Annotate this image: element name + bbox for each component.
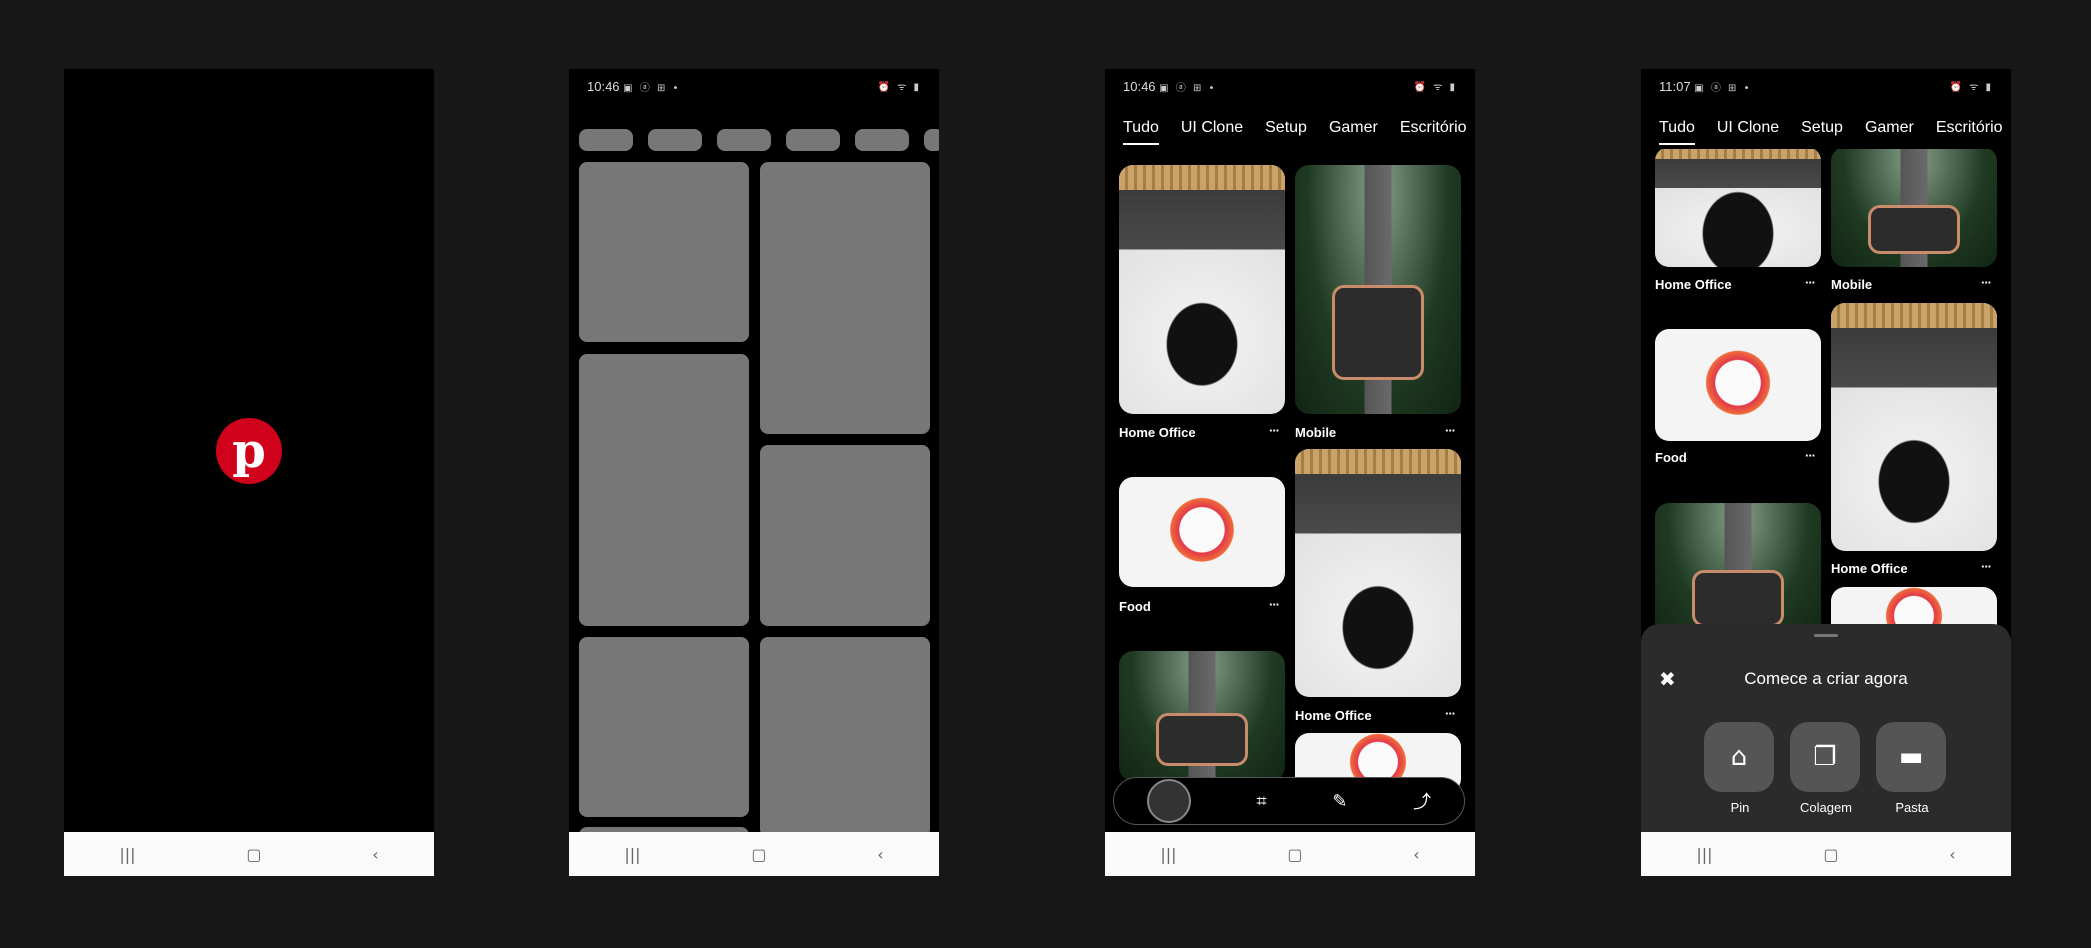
status-time: 10:46 bbox=[1123, 78, 1156, 94]
home-nav-icon[interactable]: ▢ bbox=[1287, 845, 1302, 864]
system-nav-bar: ||| ▢ ‹ bbox=[1105, 832, 1475, 876]
skeleton-card bbox=[760, 445, 930, 626]
tab-tudo[interactable]: Tudo bbox=[1659, 115, 1695, 145]
sheet-title: Comece a criar agora bbox=[1744, 669, 1908, 688]
option-label: Pasta bbox=[1895, 800, 1929, 815]
create-screen: Home Office ··· Mobile ··· Food ··· Home… bbox=[1641, 69, 2011, 876]
more-options-icon[interactable]: ··· bbox=[1269, 597, 1280, 612]
status-right-icons: ⏰ ᯤ ▮ bbox=[1413, 82, 1457, 93]
tab-escritorio[interactable]: Escritório bbox=[1936, 115, 2003, 149]
back-icon[interactable]: ‹ bbox=[1949, 845, 1955, 864]
skeleton-card bbox=[579, 637, 749, 817]
status-bar: 10:46 ▣ ⓐ ⊞ • ⏰ ᯤ ▮ bbox=[587, 74, 921, 98]
option-label: Colagem bbox=[1799, 800, 1853, 815]
share-icon[interactable]: ⤴ bbox=[1413, 788, 1431, 814]
pin-image-home-office[interactable] bbox=[1119, 165, 1285, 414]
skeleton-tab bbox=[717, 129, 771, 151]
pin-title: Home Office bbox=[1831, 561, 1908, 576]
more-options-icon[interactable]: ··· bbox=[1445, 706, 1456, 721]
pin-action-bar: ⌗ ✎ ⤴ bbox=[1113, 777, 1465, 825]
recents-icon[interactable]: ||| bbox=[1160, 845, 1176, 864]
skeleton-tab bbox=[579, 129, 633, 151]
skeleton-tab bbox=[648, 129, 702, 151]
pin-image-forest[interactable] bbox=[1119, 651, 1285, 781]
edit-icon[interactable]: ✎ bbox=[1332, 791, 1347, 812]
pin-image-mobile[interactable] bbox=[1295, 165, 1461, 414]
status-time: 11:07 bbox=[1659, 78, 1691, 94]
status-left-icons: ▣ ⓐ ⊞ • bbox=[623, 82, 681, 94]
category-tabs: Tudo UI Clone Setup Gamer Escritório bbox=[1659, 115, 2011, 149]
home-nav-icon[interactable]: ▢ bbox=[751, 845, 766, 864]
pin-image-home-office[interactable] bbox=[1831, 303, 1997, 551]
pin-image-forest[interactable] bbox=[1655, 503, 1821, 643]
pinterest-logo-icon: p bbox=[216, 418, 282, 484]
tab-ui-clone[interactable]: UI Clone bbox=[1181, 115, 1243, 149]
home-icon[interactable]: ⌂ bbox=[1704, 722, 1774, 792]
status-left-icons: ▣ ⓐ ⊞ • bbox=[1159, 82, 1217, 94]
status-left-icons: ▣ ⓐ ⊞ • bbox=[1694, 82, 1752, 94]
status-bar: 11:07 ▣ ⓐ ⊞ • ⏰ ᯤ ▮ bbox=[1659, 74, 1993, 98]
status-right-icons: ⏰ ᯤ ▮ bbox=[877, 82, 921, 93]
back-icon[interactable]: ‹ bbox=[877, 845, 883, 864]
folder-icon[interactable]: ▬ bbox=[1876, 722, 1946, 792]
pin-title: Food bbox=[1119, 599, 1151, 614]
pin-title: Home Office bbox=[1119, 425, 1196, 440]
pin-title: Mobile bbox=[1831, 277, 1873, 292]
recents-icon[interactable]: ||| bbox=[624, 845, 640, 864]
pin-title: Home Office bbox=[1655, 277, 1732, 292]
more-options-icon[interactable]: ··· bbox=[1445, 423, 1456, 438]
home-nav-icon[interactable]: ▢ bbox=[246, 845, 261, 864]
scan-icon[interactable]: ⌗ bbox=[1257, 791, 1267, 812]
more-options-icon[interactable]: ··· bbox=[1981, 275, 1992, 290]
pin-title: Mobile bbox=[1295, 425, 1337, 440]
more-options-icon[interactable]: ··· bbox=[1805, 275, 1816, 290]
create-pin-option[interactable]: ⌂ Pin bbox=[1704, 722, 1776, 815]
tab-ui-clone[interactable]: UI Clone bbox=[1717, 115, 1779, 149]
tab-escritorio[interactable]: Escritório bbox=[1400, 115, 1467, 149]
tab-gamer[interactable]: Gamer bbox=[1865, 115, 1914, 149]
pin-title: Food bbox=[1655, 450, 1687, 465]
status-right-icons: ⏰ ᯤ ▮ bbox=[1949, 82, 1993, 93]
skeleton-card bbox=[579, 354, 749, 626]
create-folder-option[interactable]: ▬ Pasta bbox=[1876, 722, 1948, 815]
pin-image-home-office[interactable] bbox=[1295, 449, 1461, 697]
create-collage-option[interactable]: ❐ Colagem bbox=[1790, 722, 1862, 815]
loading-screen: 10:46 ▣ ⓐ ⊞ • ⏰ ᯤ ▮ ||| ▢ ‹ bbox=[569, 69, 939, 876]
pin-title: Home Office bbox=[1295, 708, 1372, 723]
more-options-icon[interactable]: ··· bbox=[1805, 448, 1816, 463]
lens-button[interactable] bbox=[1146, 779, 1191, 823]
pin-image-home-office[interactable] bbox=[1655, 147, 1821, 267]
recents-icon[interactable]: ||| bbox=[119, 845, 135, 864]
status-time: 10:46 bbox=[587, 78, 620, 94]
skeleton-card bbox=[760, 637, 930, 837]
drag-handle[interactable] bbox=[1814, 634, 1838, 637]
tab-gamer[interactable]: Gamer bbox=[1329, 115, 1378, 149]
system-nav-bar: ||| ▢ ‹ bbox=[569, 832, 939, 876]
tab-setup[interactable]: Setup bbox=[1265, 115, 1307, 149]
system-nav-bar: ||| ▢ ‹ bbox=[1641, 832, 2011, 876]
tab-setup[interactable]: Setup bbox=[1801, 115, 1843, 149]
skeleton-tab bbox=[855, 129, 909, 151]
pin-image-food[interactable] bbox=[1655, 329, 1821, 441]
pin-image-mobile[interactable] bbox=[1831, 147, 1997, 267]
skeleton-tab bbox=[786, 129, 840, 151]
back-icon[interactable]: ‹ bbox=[372, 845, 378, 864]
system-nav-bar: ||| ▢ ‹ bbox=[64, 832, 434, 876]
recents-icon[interactable]: ||| bbox=[1696, 845, 1712, 864]
skeleton-card bbox=[760, 162, 930, 434]
more-options-icon[interactable]: ··· bbox=[1981, 559, 1992, 574]
back-icon[interactable]: ‹ bbox=[1413, 845, 1419, 864]
option-label: Pin bbox=[1730, 800, 1750, 815]
skeleton-tab bbox=[924, 129, 939, 151]
feed-screen: 10:46 ▣ ⓐ ⊞ • ⏰ ᯤ ▮ Tudo UI Clone Setup … bbox=[1105, 69, 1475, 876]
skeleton-card bbox=[579, 162, 749, 342]
more-options-icon[interactable]: ··· bbox=[1269, 423, 1280, 438]
status-bar: 10:46 ▣ ⓐ ⊞ • ⏰ ᯤ ▮ bbox=[1123, 74, 1457, 98]
splash-screen: p ||| ▢ ‹ bbox=[64, 69, 434, 876]
home-nav-icon[interactable]: ▢ bbox=[1823, 845, 1838, 864]
collage-icon[interactable]: ❐ bbox=[1790, 722, 1860, 792]
pin-image-food[interactable] bbox=[1119, 477, 1285, 587]
tab-tudo[interactable]: Tudo bbox=[1123, 115, 1159, 145]
category-tabs: Tudo UI Clone Setup Gamer Escritório bbox=[1123, 115, 1475, 149]
